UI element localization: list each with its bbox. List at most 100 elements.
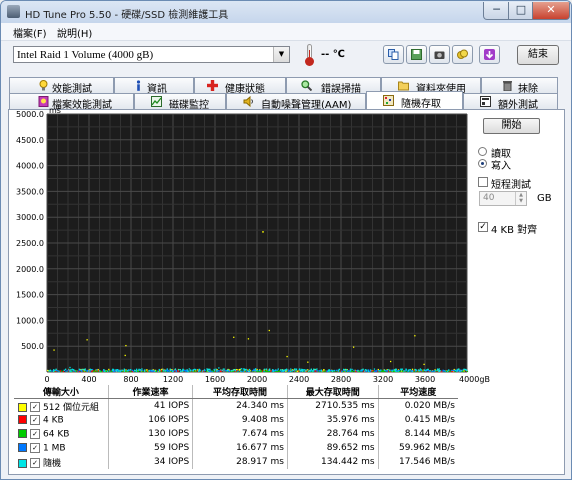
random-icon	[383, 95, 394, 106]
row-size-cell: ✓ 64 KB	[14, 427, 108, 441]
data-point	[52, 370, 55, 372]
data-point	[180, 370, 182, 372]
tab-random-access[interactable]: 隨機存取	[366, 91, 463, 110]
y-tick-label: 500.0	[21, 342, 44, 351]
data-point	[103, 369, 105, 371]
row-speed: 8.144 MB/s	[377, 427, 458, 441]
short-test-checkbox[interactable]	[478, 177, 488, 187]
series-color-swatch	[18, 443, 27, 453]
data-point	[330, 369, 332, 372]
data-point	[277, 368, 279, 370]
data-point	[66, 370, 68, 372]
data-point	[378, 370, 380, 372]
data-point	[59, 370, 62, 372]
data-point	[263, 370, 265, 373]
test-size-value: 40	[483, 193, 495, 203]
data-point	[209, 370, 212, 373]
data-point	[93, 370, 96, 372]
data-point	[436, 368, 439, 370]
data-point	[157, 370, 159, 372]
series-checkbox[interactable]: ✓	[30, 442, 40, 453]
data-point	[341, 370, 343, 373]
data-point	[285, 368, 288, 371]
data-point	[305, 369, 308, 371]
data-point	[309, 369, 311, 372]
data-point	[456, 370, 458, 372]
data-point	[61, 370, 63, 372]
data-point	[438, 370, 440, 372]
data-point	[133, 369, 136, 371]
data-point	[385, 370, 387, 372]
data-point	[295, 368, 298, 370]
y-tick-label: 2500.0	[16, 239, 44, 248]
row-ops: 106 IOPS	[107, 413, 193, 427]
data-point	[296, 370, 299, 372]
data-point	[411, 368, 414, 370]
x-tick-label: 0	[44, 375, 49, 384]
row-size: 1 MB	[43, 443, 66, 454]
series-checkbox[interactable]: ✓	[30, 458, 40, 468]
data-point	[164, 370, 167, 372]
row-max: 35.976 ms	[286, 413, 379, 427]
row-ops: 59 IOPS	[107, 441, 193, 455]
data-point	[449, 370, 451, 372]
y-tick-label: 4000.0	[16, 162, 44, 171]
data-point	[181, 370, 184, 372]
data-point	[302, 369, 304, 371]
data-point	[142, 369, 144, 372]
data-point	[452, 369, 455, 372]
data-point	[374, 370, 376, 372]
data-point	[58, 370, 60, 373]
data-point	[201, 370, 204, 372]
data-point	[97, 368, 99, 371]
series-checkbox[interactable]: ✓	[30, 428, 40, 439]
test-size-spinner[interactable]: 40 ▲ ▼	[479, 191, 527, 206]
series-checkbox[interactable]: ✓	[30, 414, 40, 425]
data-point	[245, 368, 247, 371]
data-point	[54, 369, 56, 372]
data-point	[239, 370, 242, 372]
data-point	[135, 370, 138, 372]
data-point	[465, 369, 467, 371]
data-point	[215, 368, 217, 370]
data-point	[362, 368, 364, 370]
align-4kb-checkbox[interactable]: ✓	[478, 222, 488, 232]
series-checkbox[interactable]: ✓	[30, 402, 40, 412]
data-point	[319, 370, 321, 372]
read-radio[interactable]	[478, 147, 487, 156]
tab-label: 隨機存取	[401, 99, 441, 110]
data-point	[104, 370, 106, 372]
x-tick-label: 4000gB	[459, 375, 490, 384]
data-point	[347, 370, 349, 373]
data-point	[458, 370, 461, 372]
data-point	[248, 368, 251, 371]
data-point	[53, 369, 55, 371]
data-point	[376, 370, 378, 372]
test-size-unit: GB	[537, 193, 552, 204]
start-button[interactable]: 開始	[483, 118, 540, 134]
write-radio[interactable]	[478, 159, 487, 168]
data-point	[283, 369, 285, 372]
data-point	[299, 368, 301, 370]
row-size-cell: ✓ 1 MB	[14, 441, 108, 455]
data-point	[96, 370, 99, 373]
data-point	[183, 369, 186, 372]
data-point	[123, 370, 126, 372]
data-point	[389, 370, 391, 372]
data-point	[53, 349, 55, 351]
data-point	[70, 370, 72, 372]
data-point	[331, 370, 333, 372]
y-tick-label: 1500.0	[16, 291, 44, 300]
data-point	[444, 370, 446, 373]
data-point	[409, 369, 412, 371]
data-point	[230, 370, 233, 372]
data-point	[139, 369, 142, 371]
data-point	[411, 370, 414, 372]
data-point	[267, 369, 270, 372]
data-point	[95, 370, 97, 372]
data-point	[213, 368, 215, 371]
data-point	[82, 370, 85, 372]
row-size: 512 個位元組	[43, 402, 100, 413]
data-point	[234, 370, 237, 372]
chart-grid	[46, 113, 468, 373]
